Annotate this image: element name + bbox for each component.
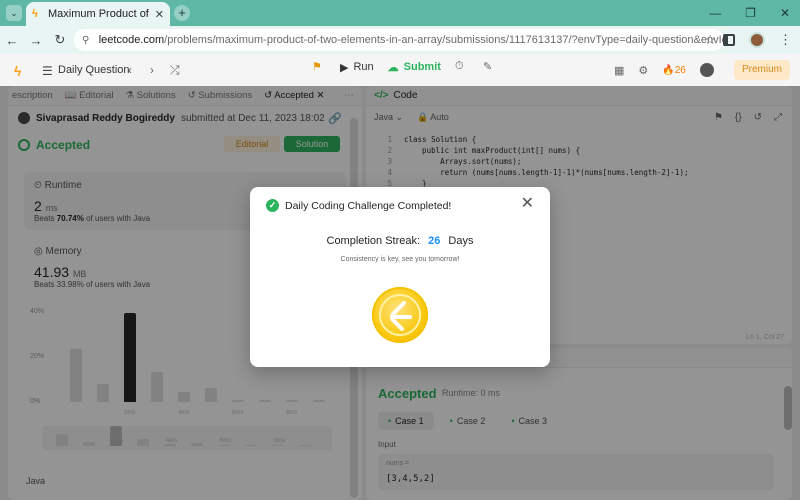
browser-tab[interactable]: ϟ Maximum Product of Two Elem ✕ <box>26 2 170 26</box>
notes-icon[interactable]: ✎ <box>483 60 497 74</box>
url-bar[interactable]: ⚲ leetcode.com /problems/maximum-product… <box>74 29 724 51</box>
run-button[interactable]: ▶ Run <box>340 61 374 74</box>
success-check-icon: ✓ <box>266 199 279 212</box>
new-tab-button[interactable]: + <box>174 5 190 21</box>
leetcode-favicon-icon: ϟ <box>32 8 38 20</box>
shuffle-icon[interactable]: ⤮ <box>170 63 180 78</box>
back-icon[interactable]: ← <box>0 33 24 48</box>
streak-counter[interactable]: 🔥26 <box>662 65 686 76</box>
tab-search-icon[interactable]: ⌄ <box>6 5 22 21</box>
leetcode-topbar: ϟ ☰ Daily Question ‹ › ⤮ ⚑ ▶ Run ☁ Submi… <box>0 54 800 86</box>
streak-line: Completion Streak: 26 Days <box>250 235 550 247</box>
modal-close-icon[interactable]: ✕ <box>521 196 534 212</box>
streak-label: Completion Streak: <box>326 235 421 247</box>
browser-extensions: ⋮ <box>723 32 792 48</box>
play-icon: ▶ <box>340 61 349 74</box>
daily-question-label[interactable]: Daily Question <box>58 64 130 76</box>
window-controls: — ❐ ✕ <box>709 6 790 20</box>
prev-problem-icon[interactable]: ‹ <box>128 63 132 77</box>
layout-icon[interactable]: ▦ <box>614 64 624 77</box>
profile-avatar[interactable] <box>749 32 765 48</box>
tab-close-icon[interactable]: ✕ <box>155 8 164 21</box>
tab-title: Maximum Product of Two Elem <box>48 8 149 20</box>
premium-button[interactable]: Premium <box>734 60 790 80</box>
url-path: /problems/maximum-product-of-two-element… <box>164 34 724 46</box>
browser-tabstrip: ⌄ ϟ Maximum Product of Two Elem ✕ + — ❐ … <box>0 0 800 26</box>
streak-unit: Days <box>448 235 474 247</box>
close-window-icon[interactable]: ✕ <box>780 6 790 20</box>
maximize-icon[interactable]: ❐ <box>745 6 756 20</box>
run-submit-group: ⚑ ▶ Run ☁ Submit ⏱ ✎ <box>312 60 497 74</box>
leetcode-coin-icon <box>372 287 428 343</box>
bookmark-star-icon[interactable]: ☆ <box>704 32 716 48</box>
submit-button[interactable]: ☁ Submit <box>388 61 441 74</box>
minimize-icon[interactable]: — <box>709 6 721 20</box>
completion-modal: ✓ Daily Coding Challenge Completed! ✕ Co… <box>250 187 550 367</box>
submit-label: Submit <box>403 61 441 73</box>
coin-logo-svg <box>390 301 412 331</box>
user-avatar[interactable] <box>699 63 714 77</box>
next-problem-icon[interactable]: › <box>150 63 154 77</box>
leetcode-logo-icon[interactable]: ϟ <box>14 63 21 79</box>
topbar-right: ▦ ⚙ 🔥26 <box>614 63 714 77</box>
streak-count-value: 26 <box>674 64 686 76</box>
browser-toolbar: ← → ↻ ⚲ leetcode.com /problems/maximum-p… <box>0 26 800 54</box>
side-panel-icon[interactable] <box>723 34 735 46</box>
site-info-icon[interactable]: ⚲ <box>82 35 93 46</box>
problem-list-icon[interactable]: ☰ <box>42 64 53 78</box>
debug-icon[interactable]: ⚑ <box>312 60 326 74</box>
timer-icon[interactable]: ⏱ <box>455 60 469 74</box>
settings-gear-icon[interactable]: ⚙ <box>638 64 648 77</box>
browser-menu-icon[interactable]: ⋮ <box>779 32 792 48</box>
reload-icon[interactable]: ↻ <box>48 32 72 48</box>
streak-subtitle: Consistency is key, see you tomorrow! <box>340 256 460 263</box>
modal-title: Daily Coding Challenge Completed! <box>285 200 452 212</box>
streak-value: 26 <box>428 235 441 247</box>
url-host: leetcode.com <box>98 34 165 46</box>
run-label: Run <box>353 61 374 73</box>
upload-cloud-icon: ☁ <box>387 61 399 74</box>
forward-icon[interactable]: → <box>24 33 48 48</box>
